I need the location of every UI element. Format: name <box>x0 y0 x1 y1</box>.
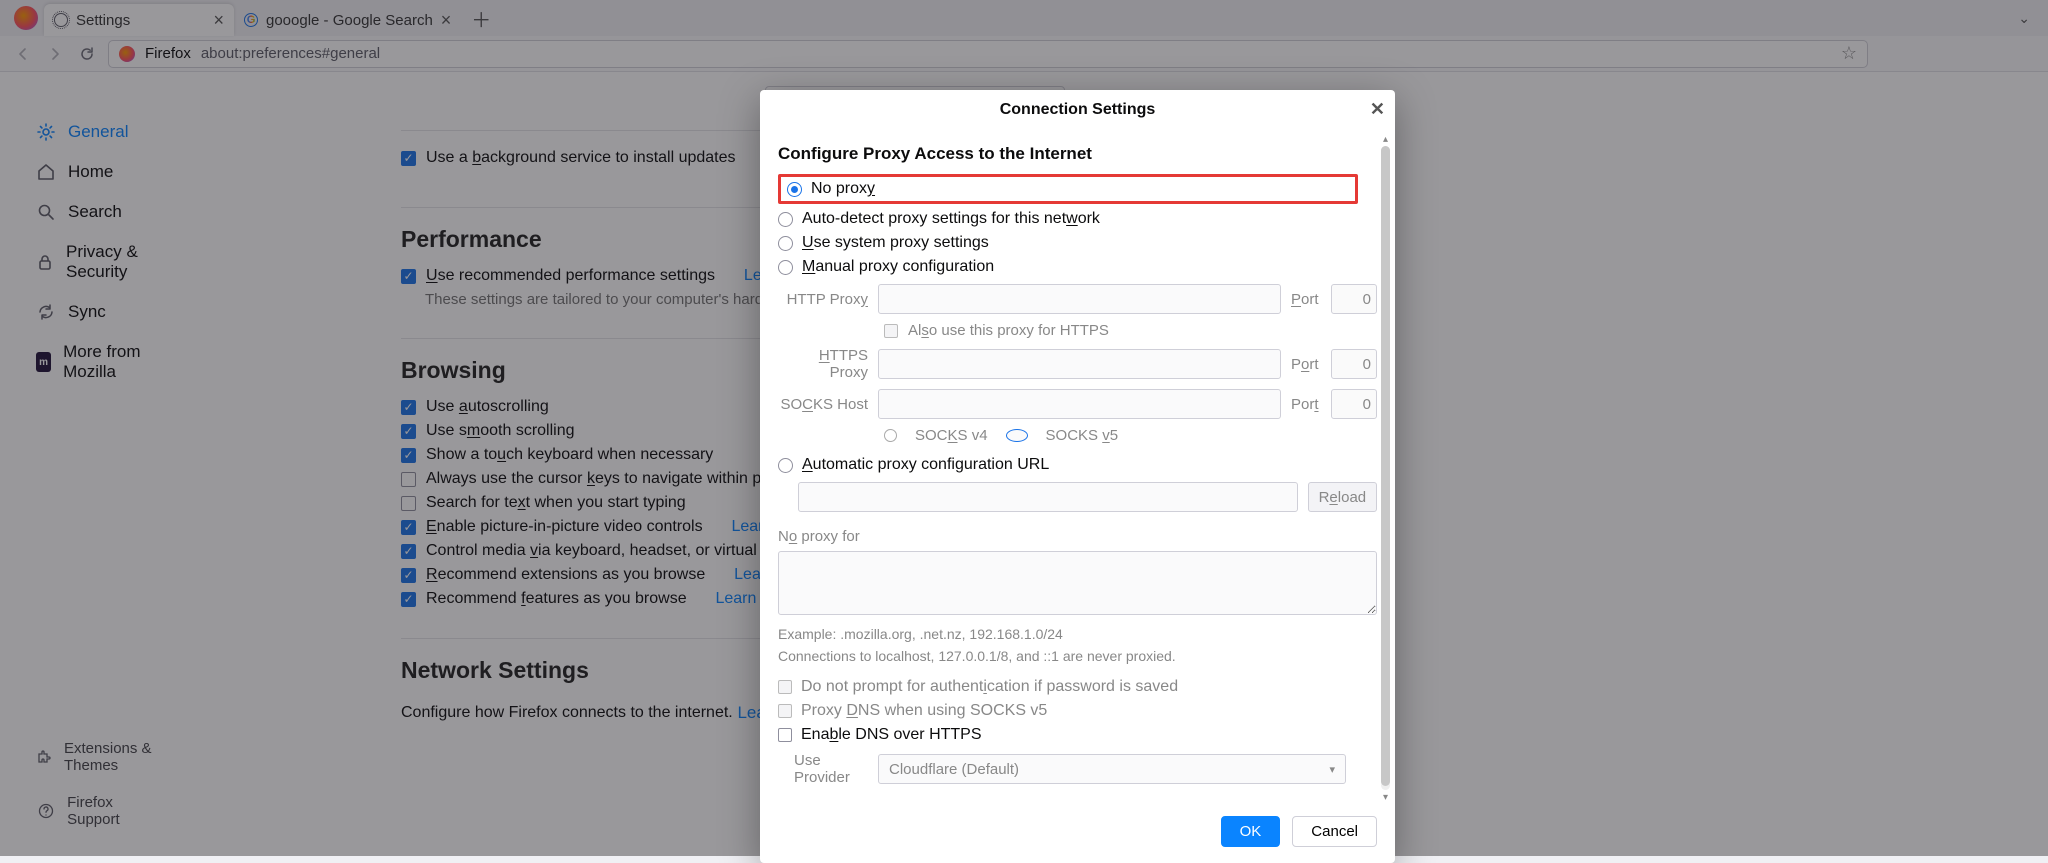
radio-label: Manual proxy configuration <box>802 258 994 276</box>
scroll-thumb[interactable] <box>1381 146 1390 786</box>
provider-value: Cloudflare (Default) <box>889 761 1019 778</box>
radio-icon[interactable] <box>778 458 793 473</box>
highlighted-option: No proxy <box>778 174 1358 204</box>
no-proxy-for-input[interactable] <box>778 551 1377 615</box>
https-proxy-label: HTTPS Proxy <box>778 347 868 381</box>
https-proxy-row: HTTPS Proxy Port <box>778 347 1377 381</box>
connection-settings-dialog: Connection Settings ✕ Configure Proxy Ac… <box>760 90 1395 863</box>
dialog-title: Connection Settings <box>1000 101 1156 118</box>
example-note: Example: .mozilla.org, .net.nz, 192.168.… <box>778 626 1377 642</box>
http-proxy-row: HTTP Proxy Port <box>778 284 1377 314</box>
chevron-down-icon: ▾ <box>1329 763 1335 776</box>
socks-host-row: SOCKS Host Port <box>778 389 1377 419</box>
https-proxy-input[interactable] <box>878 349 1281 379</box>
port-label: Port <box>1291 291 1321 308</box>
radio-auto-url[interactable]: Automatic proxy configuration URL <box>778 456 1377 474</box>
checkbox-disabled-icon <box>778 704 792 718</box>
socks-version-row: SOCKS v4 SOCKS v5 <box>884 427 1377 444</box>
https-port-input[interactable] <box>1331 349 1377 379</box>
radio-selected-icon[interactable] <box>787 182 802 197</box>
http-port-input[interactable] <box>1331 284 1377 314</box>
reload-button[interactable]: Reload <box>1308 482 1377 512</box>
radio-label: SOCKS v5 <box>1046 427 1119 444</box>
port-label: Port <box>1291 396 1321 413</box>
dialog-heading: Configure Proxy Access to the Internet <box>778 144 1377 164</box>
cancel-button[interactable]: Cancel <box>1292 816 1377 847</box>
scroll-up-icon[interactable]: ▴ <box>1378 132 1393 146</box>
enable-doh-row[interactable]: Enable DNS over HTTPS <box>778 726 1377 744</box>
checkbox-disabled-icon <box>778 680 792 694</box>
no-proxy-for-label: No proxy for <box>778 528 1377 545</box>
radio-label: Auto-detect proxy settings for this netw… <box>802 210 1100 228</box>
radio-icon[interactable] <box>778 212 793 227</box>
close-icon[interactable]: ✕ <box>1370 99 1385 120</box>
socks-port-input[interactable] <box>1331 389 1377 419</box>
auto-url-input[interactable] <box>798 482 1298 512</box>
radio-icon[interactable] <box>778 236 793 251</box>
radio-auto-detect[interactable]: Auto-detect proxy settings for this netw… <box>778 210 1377 228</box>
dialog-scrollbar[interactable]: ▴ ▾ <box>1378 132 1393 804</box>
check-label: Proxy DNS when using SOCKS v5 <box>801 702 1047 720</box>
port-label: Port <box>1291 356 1321 373</box>
ok-button[interactable]: OK <box>1221 816 1281 847</box>
radio-selected-icon[interactable] <box>1006 429 1028 442</box>
auto-url-row: Reload <box>798 482 1377 512</box>
socks-host-label: SOCKS Host <box>778 396 868 413</box>
radio-label: No proxy <box>811 180 875 198</box>
dialog-body: Configure Proxy Access to the Internet N… <box>760 130 1395 806</box>
also-https-row[interactable]: Also use this proxy for HTTPS <box>884 322 1377 339</box>
provider-label: Use Provider <box>778 752 868 786</box>
no-auth-prompt-row[interactable]: Do not prompt for authentication if pass… <box>778 678 1377 696</box>
localhost-note: Connections to localhost, 127.0.0.1/8, a… <box>778 648 1377 664</box>
radio-label: Use system proxy settings <box>802 234 989 252</box>
radio-label: Automatic proxy configuration URL <box>802 456 1049 474</box>
dialog-title-bar: Connection Settings ✕ <box>760 90 1395 130</box>
http-proxy-input[interactable] <box>878 284 1281 314</box>
checkbox-disabled-icon <box>884 324 898 338</box>
socks-host-input[interactable] <box>878 389 1281 419</box>
proxy-dns-row[interactable]: Proxy DNS when using SOCKS v5 <box>778 702 1377 720</box>
radio-use-system[interactable]: Use system proxy settings <box>778 234 1377 252</box>
provider-row: Use Provider Cloudflare (Default) ▾ <box>778 752 1377 786</box>
radio-icon[interactable] <box>884 429 897 442</box>
radio-label: SOCKS v4 <box>915 427 988 444</box>
dialog-footer: OK Cancel <box>760 806 1395 863</box>
check-label: Do not prompt for authentication if pass… <box>801 678 1178 696</box>
check-label: Also use this proxy for HTTPS <box>908 322 1109 339</box>
radio-manual[interactable]: Manual proxy configuration <box>778 258 1377 276</box>
http-proxy-label: HTTP Proxy <box>778 291 868 308</box>
scroll-down-icon[interactable]: ▾ <box>1378 790 1393 804</box>
radio-icon[interactable] <box>778 260 793 275</box>
check-label: Enable DNS over HTTPS <box>801 726 982 744</box>
checkbox-icon[interactable] <box>778 728 792 742</box>
radio-no-proxy[interactable]: No proxy <box>787 180 1349 198</box>
provider-select[interactable]: Cloudflare (Default) ▾ <box>878 754 1346 784</box>
